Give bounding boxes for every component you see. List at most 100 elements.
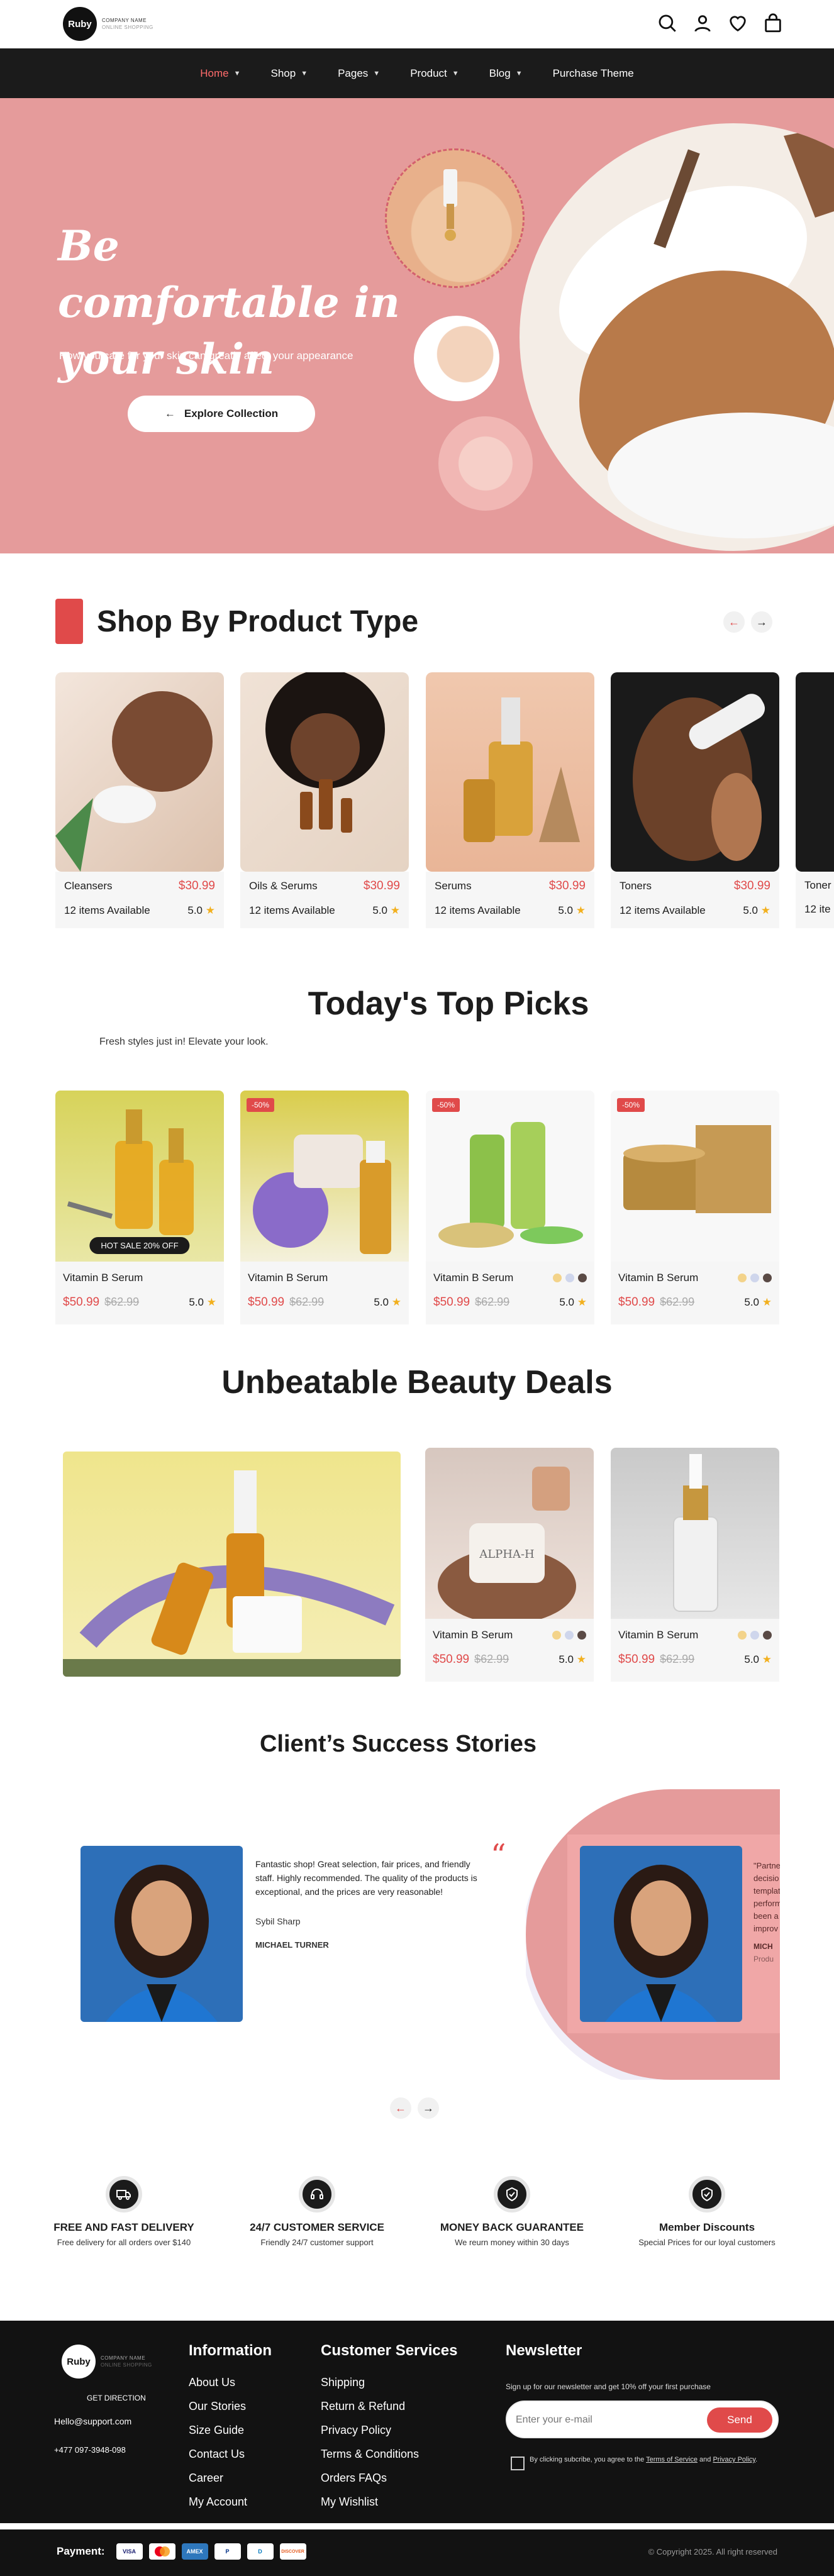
explore-collection-button[interactable]: ← Explore Collection [128, 396, 315, 432]
logo[interactable]: Ruby COMPANY NAME ONLINE SHOPPING [63, 7, 153, 41]
nav-purchase-theme[interactable]: Purchase Theme [538, 67, 649, 80]
shield-icon [494, 2176, 530, 2212]
hero-image-facial-mask [520, 123, 834, 551]
brand-text: ALPHA-H [479, 1548, 535, 1561]
testimonials-title: Client’s Success Stories [259, 1731, 537, 1757]
testimonial-signature: Sybil Sharp [255, 1916, 301, 1926]
testimonial-author: MICHAEL TURNER [255, 1940, 329, 1950]
swatch-blue[interactable] [750, 1274, 759, 1282]
swatch-gold[interactable] [552, 1631, 561, 1640]
quote-icon: “ [491, 1838, 506, 1873]
footer-link[interactable]: Contact Us [189, 2448, 247, 2461]
client-photo [580, 1846, 742, 2022]
footer-link[interactable]: Our Stories [189, 2400, 247, 2413]
product-type-card-partial[interactable]: Toner 12 ite [796, 672, 834, 928]
sale-pill: HOT SALE 20% OFF [89, 1237, 190, 1254]
heart-icon[interactable] [727, 13, 748, 34]
chevron-down-icon: ▼ [233, 69, 241, 77]
footer-link[interactable]: Size Guide [189, 2424, 247, 2437]
product-card[interactable]: -50% Vitamin B Serum $50.99 $62.99 5.0 ★ [426, 1091, 594, 1324]
swatch-brown[interactable] [578, 1274, 587, 1282]
product-type-card[interactable]: Cleansers $30.99 12 items Available 5.0 ★ [55, 672, 224, 928]
company-tag: ONLINE SHOPPING [102, 25, 153, 30]
footer-link[interactable]: Orders FAQs [321, 2472, 419, 2485]
nav-home[interactable]: Home ▼ [185, 67, 255, 80]
nav-pages[interactable]: Pages ▼ [323, 67, 395, 80]
newsletter-email-input[interactable] [516, 2411, 698, 2429]
prev-arrow-icon[interactable]: ← [723, 611, 745, 633]
search-icon[interactable] [657, 13, 678, 34]
get-direction-link[interactable]: GET DIRECTION [87, 2394, 146, 2402]
footer-link[interactable]: My Account [189, 2496, 247, 2509]
product-card[interactable]: -50% Vitamin B Serum $50.99 $62.99 5.0 ★ [240, 1091, 409, 1324]
product-card[interactable]: Vitamin B Serum $50.99 $62.99 5.0 ★ [611, 1448, 779, 1682]
product-image: -50% [426, 1091, 594, 1262]
footer-link[interactable]: Career [189, 2472, 247, 2485]
swatch-blue[interactable] [750, 1631, 759, 1640]
old-price: $62.99 [289, 1296, 325, 1308]
price: $50.99 [433, 1296, 470, 1309]
nav-product[interactable]: Product ▼ [395, 67, 474, 80]
footer-link[interactable]: Terms & Conditions [321, 2448, 419, 2461]
terms-link[interactable]: Terms of Service [646, 2456, 698, 2463]
product-type-card[interactable]: Oils & Serums $30.99 12 items Available 5.… [240, 672, 409, 928]
footer-link[interactable]: Privacy Policy [321, 2424, 419, 2437]
logo-mark: Ruby [62, 2345, 96, 2379]
product-card[interactable]: HOT SALE 20% OFF Vitamin B Serum $50.99 $… [55, 1091, 224, 1324]
feature-discounts: Member Discounts Special Prices for our … [613, 2176, 801, 2247]
payment-label: Payment: [57, 2545, 105, 2557]
swatch-brown[interactable] [763, 1631, 772, 1640]
product-name: Vitamin B Serum [433, 1629, 513, 1641]
footer-link[interactable]: My Wishlist [321, 2496, 419, 2509]
nav-blog[interactable]: Blog ▼ [474, 67, 538, 80]
product-image: HOT SALE 20% OFF [55, 1091, 224, 1262]
swatch-blue[interactable] [565, 1274, 574, 1282]
testimonial-quote: Fantastic shop! Great selection, fair pr… [255, 1859, 477, 1897]
swatch-gold[interactable] [553, 1274, 562, 1282]
payment-methods: Payment: VISA AMEX P D DISCOVER [57, 2543, 306, 2560]
hero-image-dropper [385, 148, 525, 288]
bag-icon[interactable] [762, 13, 784, 34]
footer-phone[interactable]: +477 097-3948-098 [54, 2445, 126, 2455]
footer-link[interactable]: About Us [189, 2376, 247, 2389]
shield-check-icon [689, 2176, 725, 2212]
user-icon[interactable] [692, 13, 713, 34]
newsletter-send-button[interactable]: Send [707, 2407, 772, 2433]
testimonial-card-next: "Partne decisio templat perform been a i… [526, 1789, 780, 2080]
star-icon: ★ [760, 904, 770, 916]
product-card[interactable]: -50% Vitamin B Serum $50.99 $62.99 5.0 ★ [611, 1091, 779, 1324]
nav-shop[interactable]: Shop ▼ [256, 67, 323, 80]
swatch-brown[interactable] [763, 1274, 772, 1282]
price: $30.99 [363, 879, 400, 892]
product-image: -50% [240, 1091, 409, 1262]
footer-logo[interactable]: Ruby COMPANY NAME ONLINE SHOPPING [62, 2345, 152, 2379]
product-type-card[interactable]: Toners $30.99 12 items Available 5.0 ★ [611, 672, 779, 928]
footer-link[interactable]: Return & Refund [321, 2400, 419, 2413]
old-price: $62.99 [104, 1296, 140, 1308]
hero-image-face [414, 316, 499, 401]
company-tag: ONLINE SHOPPING [101, 2362, 152, 2368]
footer-email[interactable]: Hello@support.com [54, 2416, 131, 2426]
product-type-card[interactable]: Serums $30.99 12 items Available 5.0 ★ [426, 672, 594, 928]
next-arrow-icon[interactable]: → [751, 611, 772, 633]
product-type-name: Oils & Serums [249, 880, 318, 892]
prev-arrow-icon[interactable]: ← [390, 2097, 411, 2119]
product-image [611, 1448, 779, 1619]
feature-text: Free delivery for all orders over $140 [57, 2238, 191, 2247]
paypal-icon: P [214, 2543, 241, 2560]
hero-banner: Be comfortable in your skin How you care… [0, 98, 834, 553]
swatch-gold[interactable] [738, 1274, 747, 1282]
star-icon: ★ [762, 1653, 772, 1665]
privacy-link[interactable]: Privacy Policy [713, 2456, 755, 2463]
product-type-name: Serums [435, 880, 472, 892]
swatch-brown[interactable] [577, 1631, 586, 1640]
deal-feature-image[interactable] [63, 1452, 401, 1677]
color-swatches [553, 1274, 587, 1282]
product-card[interactable]: ALPHA-H Vitamin B Serum $50.99 $62.99 5.0 … [425, 1448, 594, 1682]
swatch-gold[interactable] [738, 1631, 747, 1640]
footer-link[interactable]: Shipping [321, 2376, 419, 2389]
next-arrow-icon[interactable]: → [418, 2097, 439, 2119]
section-title: Shop By Product Type [97, 604, 419, 638]
swatch-blue[interactable] [565, 1631, 574, 1640]
consent-checkbox[interactable] [511, 2457, 525, 2470]
